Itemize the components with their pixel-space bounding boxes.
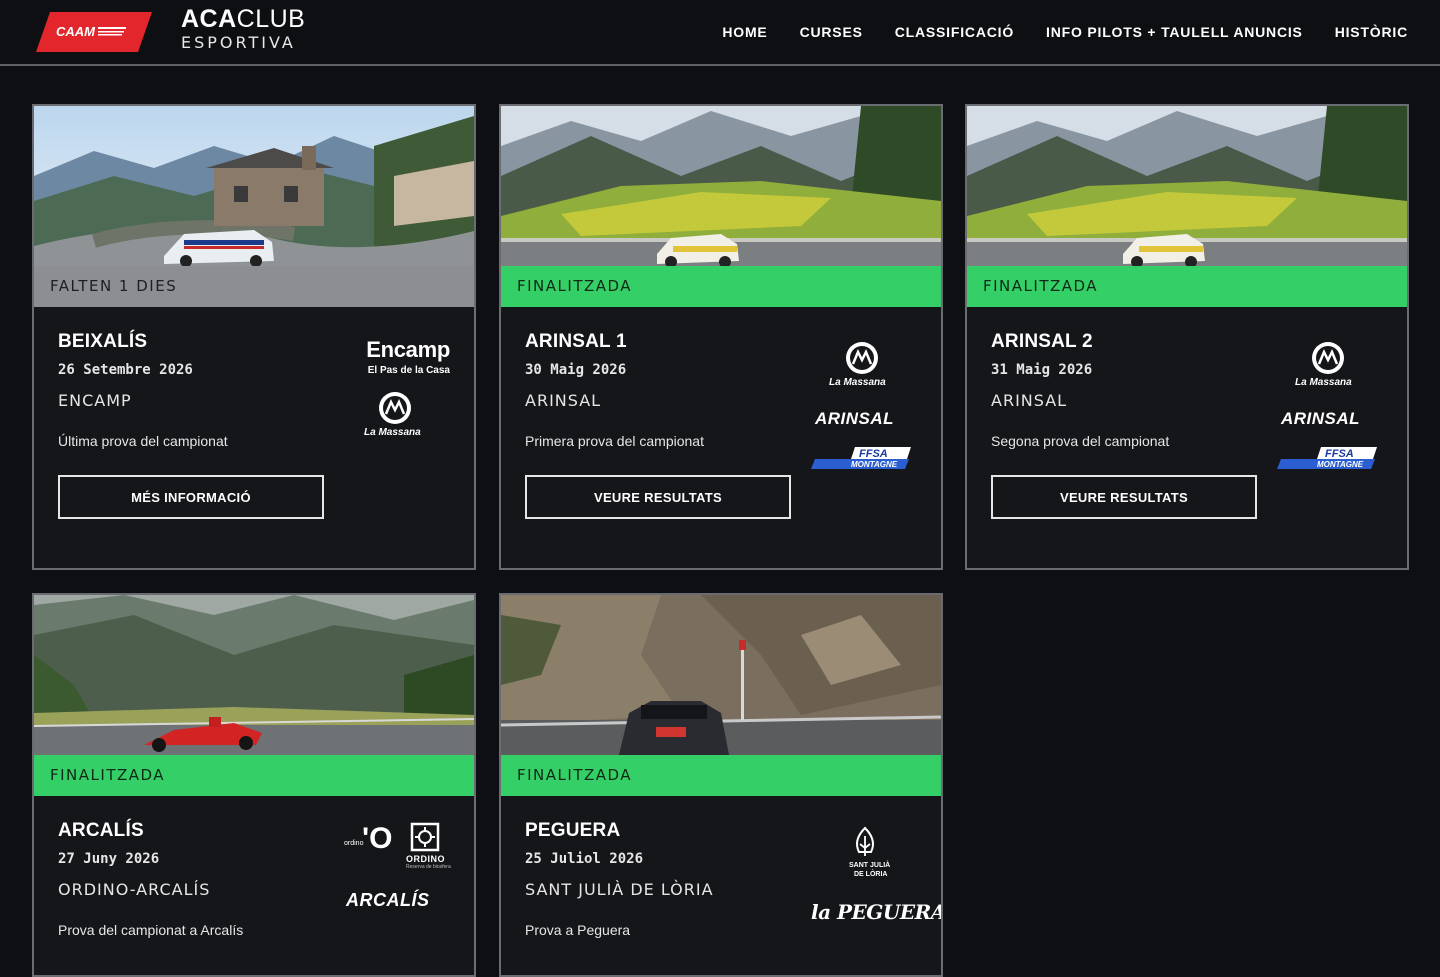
ffsa-text: FFSA: [859, 448, 888, 460]
race-description: Primera prova del campionat: [525, 433, 704, 449]
view-results-button[interactable]: VEURE RESULTATS: [991, 475, 1257, 519]
la-massana-logo-text: La Massana: [364, 427, 421, 438]
sponsor-logos: ordino 'O ORDINO Reserva de biosfera ARC…: [344, 818, 454, 968]
race-card-arinsal-1[interactable]: FINALITZADA ARINSAL 1 30 Maig 2026 ARINS…: [499, 104, 943, 570]
caam-logo-text: CAAM: [56, 24, 96, 39]
peguera-logo: la PEGUERA: [811, 900, 943, 924]
view-results-button[interactable]: VEURE RESULTATS: [525, 475, 791, 519]
race-card-arcalis[interactable]: FINALITZADA ARCALÍS 27 Juny 2026 ORDINO-…: [32, 593, 476, 977]
race-location: ARINSAL: [525, 391, 602, 410]
main-nav: HOME CURSES CLASSIFICACIÓ INFO PILOTS + …: [722, 24, 1408, 40]
ffsa-text: FFSA: [1325, 448, 1354, 460]
race-date: 27 Juny 2026: [58, 851, 160, 867]
nav-home[interactable]: HOME: [722, 24, 767, 40]
race-title: BEIXALÍS: [58, 331, 148, 352]
la-massana-icon: [379, 392, 411, 424]
brand-sub: ESPORTIVA: [181, 33, 296, 52]
site-header: CAAM ACACLUB ESPORTIVA HOME CURSES CLASS…: [0, 0, 1440, 66]
brand-main-bold: ACA: [181, 5, 237, 33]
la-massana-icon: [846, 342, 878, 374]
race-photo: [501, 106, 941, 266]
race-card-arinsal-2[interactable]: FINALITZADA ARINSAL 2 31 Maig 2026 ARINS…: [965, 104, 1409, 570]
nav-curses[interactable]: CURSES: [800, 24, 863, 40]
sponsor-logos: La Massana ARINSAL FFSA MONTAGNE: [811, 329, 921, 479]
race-description: Última prova del campionat: [58, 433, 228, 449]
more-info-button[interactable]: MÉS INFORMACIÓ: [58, 475, 324, 519]
race-location: ARINSAL: [991, 391, 1068, 410]
race-date: 26 Setembre 2026: [58, 362, 193, 378]
brand-logo[interactable]: ACACLUB ESPORTIVA: [181, 6, 305, 54]
sponsor-logos: Encamp El Pas de la Casa La Massana: [344, 329, 454, 479]
ordino-small-text: ordino: [344, 840, 364, 847]
status-bar: FINALITZADA: [967, 266, 1407, 307]
arcalis-logo: ARCALÍS: [346, 890, 430, 910]
sant-julia-text-2: DE LÒRIA: [854, 871, 888, 878]
nav-info-pilots[interactable]: INFO PILOTS + TAULELL ANUNCIS: [1046, 24, 1303, 40]
race-date: 25 Juliol 2026: [525, 851, 644, 867]
ffsa-sub-text: MONTAGNE: [851, 460, 898, 469]
race-card-beixalis[interactable]: FALTEN 1 DIES BEIXALÍS 26 Setembre 2026 …: [32, 104, 476, 570]
caam-logo[interactable]: CAAM: [36, 12, 152, 52]
race-photo: [34, 106, 474, 266]
race-description: Prova del campionat a Arcalís: [58, 922, 244, 938]
sant-julia-text-1: SANT JULIÀ: [849, 862, 891, 869]
ffsa-sub-text: MONTAGNE: [1317, 460, 1364, 469]
la-massana-logo-text: La Massana: [829, 377, 886, 388]
ffsa-montagne-logo: FFSA MONTAGNE: [1277, 447, 1377, 469]
ordino-biosphere-icon: [410, 822, 440, 852]
brand-main-light: CLUB: [236, 5, 306, 33]
status-bar: FINALITZADA: [501, 266, 941, 307]
race-location: ENCAMP: [58, 391, 132, 410]
ordino-sub-text: Reserva de biosfera: [406, 864, 451, 870]
race-title: ARINSAL 1: [525, 331, 627, 352]
race-photo: [967, 106, 1407, 266]
sant-julia-icon: [856, 826, 874, 856]
race-card-peguera[interactable]: FINALITZADA PEGUERA 25 Juliol 2026 SANT …: [499, 593, 943, 977]
race-photo: [501, 595, 941, 755]
race-date: 30 Maig 2026: [525, 362, 627, 378]
race-location: ORDINO-ARCALÍS: [58, 880, 211, 899]
race-photo: [34, 595, 474, 755]
race-description: Segona prova del campionat: [991, 433, 1170, 449]
encamp-logo: Encamp: [366, 337, 450, 362]
race-location: SANT JULIÀ DE LÒRIA: [525, 880, 714, 899]
race-title: ARCALÍS: [58, 820, 144, 841]
status-bar: FINALITZADA: [501, 755, 941, 796]
ffsa-montagne-logo: FFSA MONTAGNE: [811, 447, 911, 469]
race-date: 31 Maig 2026: [991, 362, 1093, 378]
arinsal-logo: ARINSAL: [815, 409, 895, 428]
race-title: ARINSAL 2: [991, 331, 1093, 352]
sponsor-logos: La Massana ARINSAL FFSA MONTAGNE: [1277, 329, 1387, 479]
encamp-logo-sub: El Pas de la Casa: [367, 365, 450, 376]
status-bar: FINALITZADA: [34, 755, 474, 796]
la-massana-icon: [1312, 342, 1344, 374]
status-bar: FALTEN 1 DIES: [34, 266, 474, 307]
ordino-logo-text: ORDINO: [406, 854, 445, 864]
nav-historic[interactable]: HISTÒRIC: [1335, 24, 1408, 40]
ordino-o-logo: 'O: [362, 822, 393, 855]
la-massana-logo-text: La Massana: [1295, 377, 1352, 388]
sponsor-logos: SANT JULIÀ DE LÒRIA la PEGUERA: [811, 818, 941, 968]
arinsal-logo: ARINSAL: [1281, 409, 1361, 428]
race-title: PEGUERA: [525, 820, 621, 841]
race-description: Prova a Peguera: [525, 922, 631, 938]
nav-classificacio[interactable]: CLASSIFICACIÓ: [895, 24, 1014, 40]
